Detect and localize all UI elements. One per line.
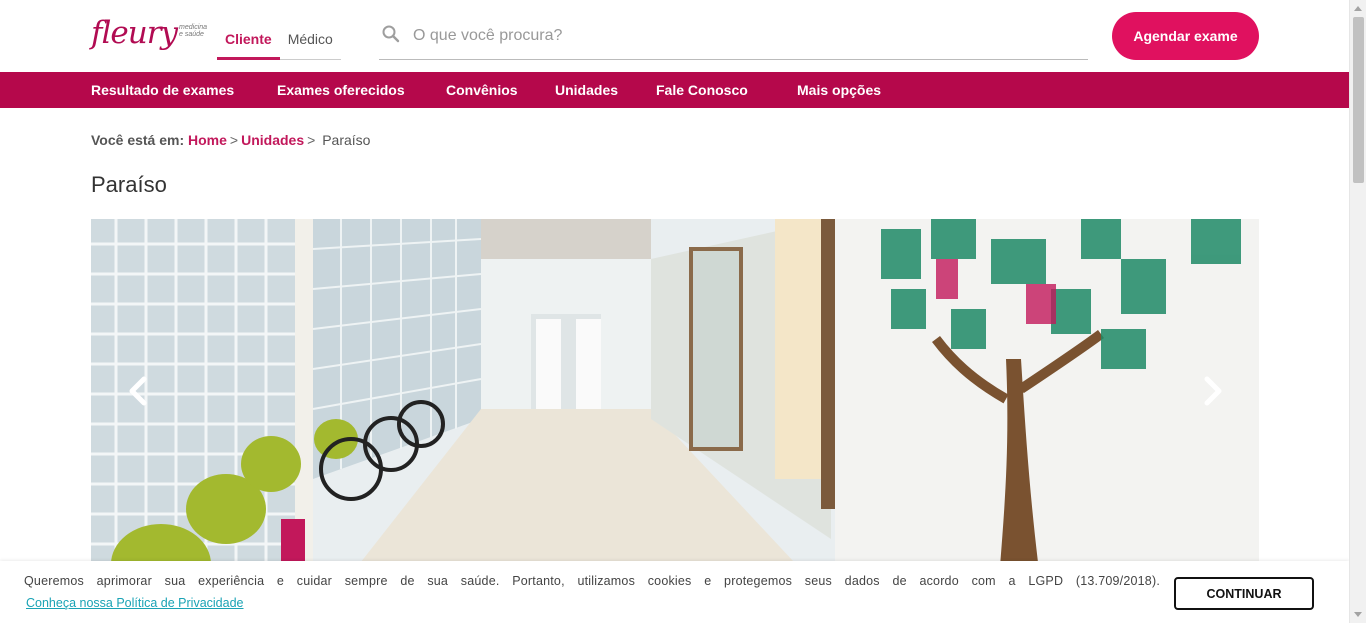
- breadcrumb-prefix: Você está em:: [91, 132, 185, 148]
- chevron-right-icon[interactable]: [1192, 371, 1232, 411]
- nav-item-more-options[interactable]: Mais opções: [797, 72, 881, 108]
- logo-text: fleury: [91, 15, 178, 51]
- scroll-thumb[interactable]: [1353, 17, 1364, 183]
- search-icon[interactable]: [381, 24, 401, 44]
- page-title: Paraíso: [91, 172, 167, 197]
- nav-item-exams[interactable]: Exames oferecidos: [277, 72, 405, 108]
- privacy-policy-link[interactable]: Conheça nossa Política de Privacidade: [26, 596, 244, 610]
- main-nav: Resultado de exames Exames oferecidos Co…: [0, 72, 1349, 108]
- scroll-up-arrow-icon[interactable]: [1354, 6, 1362, 11]
- breadcrumb: Você está em: Home > Unidades > Paraíso: [91, 132, 370, 148]
- breadcrumb-separator: >: [229, 132, 239, 148]
- tab-cliente[interactable]: Cliente: [217, 24, 280, 60]
- chevron-left-icon[interactable]: [119, 371, 159, 411]
- search-input[interactable]: [413, 23, 1073, 49]
- fleury-logo[interactable]: fleury medicina e saúde: [91, 14, 207, 54]
- site-header: fleury medicina e saúde Cliente Médico A…: [0, 0, 1349, 72]
- nav-item-insurance[interactable]: Convênios: [446, 72, 518, 108]
- scroll-down-arrow-icon[interactable]: [1354, 612, 1362, 617]
- logo-tagline: medicina e saúde: [179, 24, 208, 38]
- continue-button[interactable]: CONTINUAR: [1174, 577, 1314, 610]
- breadcrumb-current: Paraíso: [322, 132, 371, 148]
- breadcrumb-separator: >: [307, 132, 316, 148]
- page-scrollbar[interactable]: [1349, 0, 1366, 623]
- search-bar: [379, 14, 1088, 60]
- tab-medico[interactable]: Médico: [279, 24, 341, 60]
- nav-item-results[interactable]: Resultado de exames: [91, 72, 234, 108]
- nav-item-units[interactable]: Unidades: [555, 72, 618, 108]
- schedule-exam-button[interactable]: Agendar exame: [1112, 12, 1259, 60]
- profile-tabs: Cliente Médico: [217, 24, 341, 60]
- cookie-message: Queremos aprimorar sua experiência e cui…: [24, 574, 1160, 588]
- nav-item-contact[interactable]: Fale Conosco: [656, 72, 748, 108]
- breadcrumb-units[interactable]: Unidades: [241, 132, 304, 148]
- breadcrumb-home[interactable]: Home: [188, 132, 227, 148]
- cookie-banner: Queremos aprimorar sua experiência e cui…: [0, 561, 1349, 623]
